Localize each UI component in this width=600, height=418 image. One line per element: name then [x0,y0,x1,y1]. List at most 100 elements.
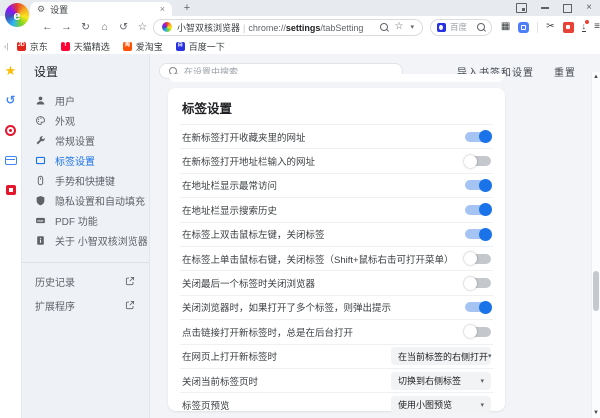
tab-close-icon[interactable]: × [160,5,165,14]
scroll-up-icon[interactable]: ▲ [592,74,600,80]
minimize-button[interactable] [541,7,549,8]
red-app-icon[interactable] [6,185,16,195]
sidebar-link-history[interactable]: 历史记录 [22,269,149,293]
toggle-switch[interactable] [465,278,491,288]
back-icon[interactable]: ← [42,22,53,33]
new-tab-button[interactable]: + [180,1,194,15]
sidebar-item-tabs[interactable]: 标签设置 [22,150,149,170]
blue-app-icon[interactable] [518,22,529,33]
setting-row: 在地址栏显示最常访问 [180,173,493,197]
download-icon[interactable]: ↓ [582,22,587,33]
sidebar-item-about[interactable]: 关于 小智双核浏览器 [22,230,149,250]
chevron-down-icon: ▾ [480,377,484,385]
search-icon[interactable] [477,23,485,31]
bookmark-favicon-icon: JD [17,42,26,51]
reset-button[interactable]: 重置 [554,64,576,79]
toggle-switch[interactable] [465,327,491,337]
maximize-button[interactable] [563,4,572,13]
toggle-knob [479,301,492,314]
setting-row: 在标签上双击鼠标左键，关闭标签 [180,222,493,246]
scrollbar[interactable]: ▲ ▼ [591,72,600,418]
bookmark-item[interactable]: 淘爱淘宝 [123,40,163,53]
sidebar-title: 设置 [34,63,149,80]
toggle-switch[interactable] [465,229,491,239]
sidebar-item-general[interactable]: 常规设置 [22,130,149,150]
setting-label: 在网页上打开新标签时 [182,349,277,363]
sidebar-link-extensions[interactable]: 扩展程序 [22,293,149,317]
browser-logo: e [5,3,29,27]
browser-tab-settings[interactable]: ⚙ 设置 × [30,2,172,16]
bookmark-item[interactable]: 百百度一下 [176,40,225,53]
setting-label: 标签页预览 [182,398,230,412]
sidebar-item-gesture[interactable]: 手势和快捷键 [22,170,149,190]
search-by-image-icon[interactable] [380,23,388,31]
bookmark-favicon-icon: 百 [176,42,185,51]
sidebar-item-privacy[interactable]: 隐私设置和自动填充 [22,190,149,210]
quick-search-placeholder: 百度 [450,21,473,33]
setting-row: 点击链接打开新标签时，总是在后台打开 [180,319,493,343]
dropdown-select[interactable]: 切换到右侧标签 ▾ [391,372,491,390]
apps-grid-icon[interactable]: ▦ [501,22,510,32]
reload-icon[interactable]: ↻ [80,22,91,33]
chevron-down-icon[interactable]: ▾ [410,24,414,31]
toggle-knob [464,252,477,265]
dropdown-value: 切换到右侧标签 [398,374,461,387]
bookmark-star-icon[interactable]: ☆ [395,22,404,32]
scroll-down-icon[interactable]: ▼ [592,410,600,416]
toggle-switch[interactable] [465,302,491,312]
favorites-star-icon[interactable]: ★ [5,64,17,77]
toggle-switch[interactable] [465,132,491,142]
pdf-icon: PDF [35,215,46,226]
toggle-switch[interactable] [465,205,491,215]
toggle-switch[interactable] [465,254,491,264]
address-bar[interactable]: 小智双核浏览器|chrome://settings/tabSetting ☆ ▾ [153,19,423,36]
wallet-card-icon[interactable] [5,156,17,165]
gear-icon: ⚙ [37,5,45,14]
setting-row: 在新标签打开收藏夹里的网址 [180,124,493,148]
skin-layout-icon[interactable] [516,3,527,13]
sidebar-item-label: 外观 [55,113,75,128]
bookmark-favicon-icon: T [61,42,70,51]
settings-sidebar: 设置 用户外观常规设置标签设置手势和快捷键隐私设置和自动填充 PDF PDF 功能关… [22,54,150,418]
forward-icon[interactable]: → [61,22,72,33]
weibo-eye-icon[interactable] [5,125,16,136]
privacy-icon [35,195,46,206]
sidebar-link-label: 扩展程序 [35,298,75,313]
bookmark-item[interactable]: JD京东 [17,40,48,53]
scrollbar-thumb[interactable] [593,271,599,311]
restore-tab-icon[interactable]: ↺ [118,22,129,33]
baidu-icon [437,23,446,32]
tab-title: 设置 [50,3,155,16]
sidebar-item-pdf[interactable]: PDF PDF 功能 [22,210,149,230]
sidebar-item-label: PDF 功能 [55,213,98,228]
close-button[interactable]: × [586,3,592,13]
setting-row: 标签页预览 使用小图预览▾ [180,392,493,416]
sidebar-item-appearance[interactable]: 外观 [22,110,149,130]
history-icon[interactable]: ↺ [5,94,15,106]
general-icon [35,135,46,146]
toggle-knob [479,203,492,216]
toggle-switch[interactable] [465,156,491,166]
quick-search-box[interactable]: 百度 [430,19,492,36]
sidebar-divider [22,262,149,263]
video-sniffer-icon[interactable] [563,22,574,33]
bookmark-item[interactable]: T 天猫精选 [61,40,110,53]
external-link-icon [125,300,136,311]
bookmark-label: 百度一下 [189,40,225,53]
collapse-sidebar-icon[interactable]: ‹| [4,42,9,51]
dropdown-select[interactable]: 使用小图预览▾ [391,396,491,414]
sidebar-item-user[interactable]: 用户 [22,90,149,110]
setting-label: 在新标签打开收藏夹里的网址 [182,130,306,144]
screenshot-scissors-icon[interactable]: ✂ [546,22,554,32]
favorite-star-icon[interactable]: ☆ [137,22,148,33]
settings-rows: 在新标签打开收藏夹里的网址在新标签打开地址栏输入的网址在地址栏显示最常访问在地址… [168,124,505,417]
external-link-icon [125,276,136,287]
bookmark-label: 天猫精选 [74,40,110,53]
setting-label: 在地址栏显示搜索历史 [182,203,277,217]
dropdown-select[interactable]: 在当前标签的右侧打开▾ [391,347,491,365]
toolbar: ← → ↻ ⌂ ↺ ☆ 小智双核浏览器|chrome://settings/ta… [0,16,600,38]
menu-icon[interactable]: ≡ [594,22,600,32]
sidebar-item-label: 标签设置 [55,153,95,168]
toggle-switch[interactable] [465,180,491,190]
home-icon[interactable]: ⌂ [99,22,110,33]
